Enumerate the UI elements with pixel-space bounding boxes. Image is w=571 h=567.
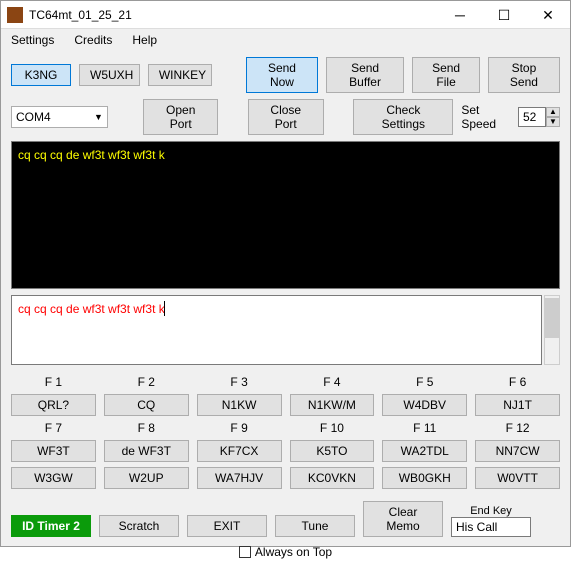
scratch-button[interactable]: Scratch	[99, 515, 179, 537]
fkey-f7-button[interactable]: WF3T	[11, 440, 96, 462]
input-scrollbar[interactable]	[544, 295, 560, 365]
menu-help[interactable]: Help	[128, 31, 161, 49]
checkbox-box	[239, 546, 251, 558]
macro-button[interactable]: W0VTT	[475, 467, 560, 489]
menu-settings[interactable]: Settings	[7, 31, 58, 49]
open-port-button[interactable]: Open Port	[143, 99, 218, 135]
macro-button[interactable]: W2UP	[104, 467, 189, 489]
fkey-label: F 6	[475, 375, 560, 389]
always-on-top-checkbox[interactable]: Always on Top	[239, 545, 332, 559]
fkey-f1-button[interactable]: QRL?	[11, 394, 96, 416]
fkey-f2-button[interactable]: CQ	[104, 394, 189, 416]
text-input[interactable]: cq cq cq de wf3t wf3t wf3t k	[11, 295, 542, 365]
clear-memo-button[interactable]: Clear Memo	[363, 501, 443, 537]
fkey-f8-button[interactable]: de WF3T	[104, 440, 189, 462]
fkey-f12-button[interactable]: NN7CW	[475, 440, 560, 462]
send-file-button[interactable]: Send File	[412, 57, 479, 93]
send-now-button[interactable]: Send Now	[246, 57, 318, 93]
fkey-label: F 12	[475, 421, 560, 435]
text-input-value: cq cq cq de wf3t wf3t wf3t k	[18, 302, 165, 316]
menu-credits[interactable]: Credits	[70, 31, 116, 49]
macro-button[interactable]: W3GW	[11, 467, 96, 489]
mode-winkey-button[interactable]: WINKEY	[148, 64, 212, 86]
fkey-label: F 3	[197, 375, 282, 389]
check-settings-button[interactable]: Check Settings	[353, 99, 453, 135]
end-key-input[interactable]	[451, 517, 531, 537]
mode-k3ng-button[interactable]: K3NG	[11, 64, 71, 86]
tx-display: cq cq cq de wf3t wf3t wf3t k	[11, 141, 560, 289]
tune-button[interactable]: Tune	[275, 515, 355, 537]
id-timer-button[interactable]: ID Timer 2	[11, 515, 91, 537]
speed-down-button[interactable]: ▼	[546, 117, 560, 127]
close-port-button[interactable]: Close Port	[248, 99, 324, 135]
fkey-label: F 4	[290, 375, 375, 389]
fkey-label: F 11	[382, 421, 467, 435]
maximize-button[interactable]: ☐	[482, 1, 526, 29]
fkey-f4-button[interactable]: N1KW/M	[290, 394, 375, 416]
fkey-label: F 5	[382, 375, 467, 389]
fkey-label: F 10	[290, 421, 375, 435]
fkey-f10-button[interactable]: K5TO	[290, 440, 375, 462]
fkey-label: F 1	[11, 375, 96, 389]
menubar: Settings Credits Help	[1, 29, 570, 51]
exit-button[interactable]: EXIT	[187, 515, 267, 537]
end-key-label: End Key	[451, 505, 531, 517]
macro-button[interactable]: KC0VKN	[290, 467, 375, 489]
fkey-f9-button[interactable]: KF7CX	[197, 440, 282, 462]
fkey-f6-button[interactable]: NJ1T	[475, 394, 560, 416]
fkey-label: F 2	[104, 375, 189, 389]
port-combo-value: COM4	[16, 110, 51, 124]
fkey-label: F 9	[197, 421, 282, 435]
send-buffer-button[interactable]: Send Buffer	[326, 57, 405, 93]
speed-label: Set Speed	[461, 103, 514, 131]
always-on-top-label: Always on Top	[255, 545, 332, 559]
fkey-f11-button[interactable]: WA2TDL	[382, 440, 467, 462]
fkey-label: F 7	[11, 421, 96, 435]
scroll-thumb[interactable]	[545, 298, 559, 338]
chevron-down-icon: ▼	[94, 112, 103, 122]
minimize-button[interactable]: ─	[438, 1, 482, 29]
speed-up-button[interactable]: ▲	[546, 107, 560, 117]
macro-button[interactable]: WA7HJV	[197, 467, 282, 489]
fkey-label: F 8	[104, 421, 189, 435]
close-button[interactable]: ✕	[526, 1, 570, 29]
fkey-f5-button[interactable]: W4DBV	[382, 394, 467, 416]
stop-send-button[interactable]: Stop Send	[488, 57, 560, 93]
tx-display-text: cq cq cq de wf3t wf3t wf3t k	[18, 148, 165, 162]
macro-button[interactable]: WB0GKH	[382, 467, 467, 489]
mode-w5uxh-button[interactable]: W5UXH	[79, 64, 140, 86]
speed-value[interactable]: 52	[518, 107, 546, 127]
fkey-f3-button[interactable]: N1KW	[197, 394, 282, 416]
app-icon	[7, 7, 23, 23]
window-title: TC64mt_01_25_21	[29, 8, 438, 22]
port-combo[interactable]: COM4 ▼	[11, 106, 108, 128]
